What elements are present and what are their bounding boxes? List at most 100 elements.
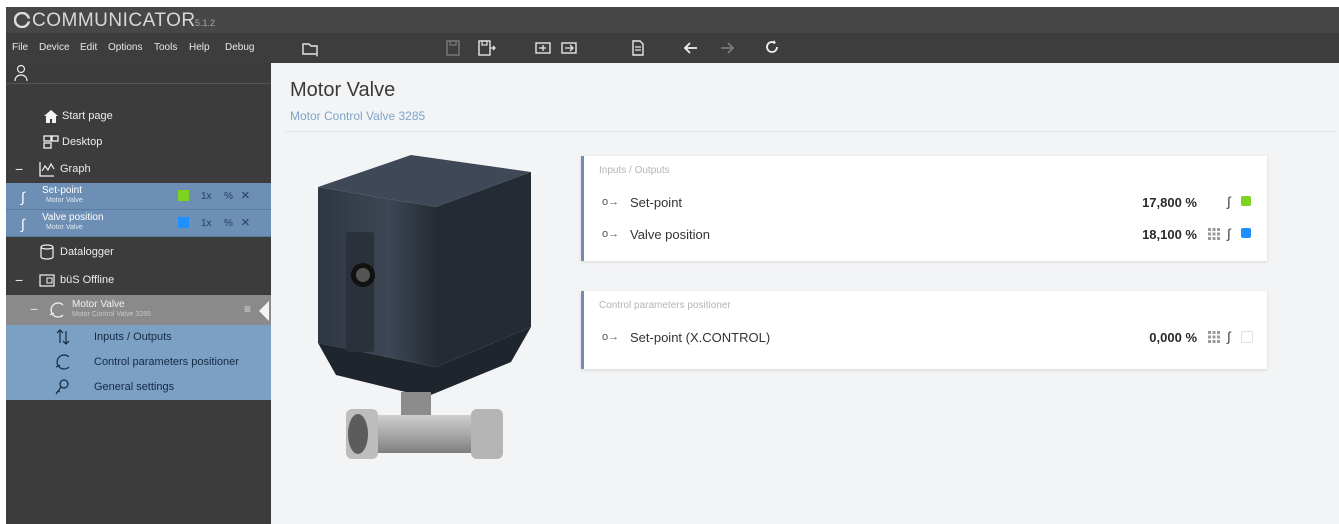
back-icon[interactable] xyxy=(681,38,701,58)
menu-edit[interactable]: Edit xyxy=(80,42,97,53)
add-to-graph-icon[interactable]: ∫ xyxy=(1227,194,1231,209)
control-parameters-card: Control parameters positioner o→ Set-poi… xyxy=(581,291,1267,369)
row-value: 18,100 % xyxy=(1142,227,1197,242)
output-arrow-icon: o→ xyxy=(602,331,620,343)
forward-icon[interactable] xyxy=(717,38,737,58)
sidebar-item-label: General settings xyxy=(94,381,175,393)
device-menu-icon[interactable]: ≡ xyxy=(244,302,251,316)
io-row-valve-position[interactable]: o→ Valve position 18,100 % ∫ xyxy=(584,222,1267,248)
graph-series-set-point[interactable]: ∫ Set-point Motor Valve 1x % × xyxy=(6,183,271,210)
header-divider xyxy=(285,131,1335,132)
row-value: 0,000 % xyxy=(1149,330,1197,345)
selection-pointer xyxy=(259,301,269,321)
sidebar-item-inputs-outputs[interactable]: Inputs / Outputs xyxy=(6,325,271,350)
inputs-outputs-card: Inputs / Outputs o→ Set-point 17,800 % ∫… xyxy=(581,156,1267,261)
sidebar-item-label: Datalogger xyxy=(60,246,114,258)
sidebar-item-label: Desktop xyxy=(62,136,103,148)
row-label: Valve position xyxy=(630,227,710,242)
card-title: Control parameters positioner xyxy=(599,300,731,311)
remove-series-icon[interactable]: × xyxy=(241,187,250,204)
curve-icon: ∫ xyxy=(21,189,25,205)
datalogger-icon xyxy=(38,243,56,261)
open-device-icon[interactable] xyxy=(300,38,320,58)
app-window: COMMUNICATOR 5.1.2 File Device Edit Opti… xyxy=(6,7,1339,524)
inputs-outputs-icon xyxy=(54,328,72,346)
sidebar-item-label: Control parameters positioner xyxy=(94,356,239,368)
sidebar-item-start-page[interactable]: Start page xyxy=(6,103,271,129)
motor-valve-product-image xyxy=(306,147,546,497)
series-unit[interactable]: % xyxy=(224,218,233,229)
sidebar-item-label: Inputs / Outputs xyxy=(94,331,172,343)
sidebar-item-datalogger[interactable]: Datalogger xyxy=(6,239,271,265)
save-as-icon[interactable] xyxy=(476,38,496,58)
collapse-icon[interactable]: − xyxy=(15,272,23,288)
report-icon[interactable] xyxy=(628,38,648,58)
sidebar-item-label: Graph xyxy=(60,163,91,175)
sidebar-item-graph[interactable]: − Graph xyxy=(6,156,271,182)
io-row-set-point[interactable]: o→ Set-point 17,800 % ∫ xyxy=(584,190,1267,216)
sidebar-item-label: Start page xyxy=(62,110,113,122)
collapse-icon[interactable]: − xyxy=(30,301,38,317)
sidebar-item-label: büS Offline xyxy=(60,274,115,286)
sidebar-item-general-settings[interactable]: General settings xyxy=(6,375,271,400)
card-title: Inputs / Outputs xyxy=(599,165,670,176)
home-icon xyxy=(42,107,60,125)
app-version: 5.1.2 xyxy=(195,18,216,28)
series-unit[interactable]: % xyxy=(224,191,233,202)
page-subtitle: Motor Control Valve 3285 xyxy=(290,109,426,123)
sidebar-item-motor-valve[interactable]: − Motor Valve Motor Control Valve 3285 ≡ xyxy=(6,295,271,325)
series-color-swatch[interactable] xyxy=(178,190,189,201)
add-to-graph-icon[interactable]: ∫ xyxy=(1227,329,1231,344)
sidebar-item-control-parameters[interactable]: Control parameters positioner xyxy=(6,350,271,375)
desktop-icon xyxy=(42,133,60,151)
menu-debug[interactable]: Debug xyxy=(225,42,254,53)
device-label: Motor Valve xyxy=(72,299,125,310)
series-multiplier[interactable]: 1x xyxy=(201,191,212,202)
page-title: Motor Valve xyxy=(290,79,396,101)
series-multiplier[interactable]: 1x xyxy=(201,218,212,229)
sidebar-item-bus-offline[interactable]: − büS Offline xyxy=(6,267,271,293)
graph-color-swatch[interactable] xyxy=(1241,331,1253,343)
collapse-icon[interactable]: − xyxy=(15,161,23,177)
series-device: Motor Valve xyxy=(46,197,83,204)
title-bar: COMMUNICATOR 5.1.2 xyxy=(6,7,1339,33)
device-sublabel: Motor Control Valve 3285 xyxy=(72,311,151,318)
menu-file[interactable]: File xyxy=(12,42,28,53)
menu-device[interactable]: Device xyxy=(39,42,70,53)
graph-color-swatch[interactable] xyxy=(1241,196,1251,206)
add-to-graph-icon[interactable]: ∫ xyxy=(1227,226,1231,241)
series-label: Valve position xyxy=(42,212,104,223)
sidebar-item-desktop[interactable]: Desktop xyxy=(6,129,271,155)
io-row-set-point-x-control[interactable]: o→ Set-point (X.CONTROL) 0,000 % ∫ xyxy=(584,325,1267,351)
output-arrow-icon: o→ xyxy=(602,196,620,208)
remove-series-icon[interactable]: × xyxy=(241,214,250,231)
output-arrow-icon: o→ xyxy=(602,228,620,240)
communicator-logo-icon xyxy=(13,11,31,29)
main-content: Motor Valve Motor Control Valve 3285 Inp… xyxy=(271,63,1339,524)
user-row xyxy=(6,63,271,84)
menu-help[interactable]: Help xyxy=(189,42,210,53)
datalogger-grid-icon[interactable] xyxy=(1207,227,1221,241)
menu-bar: File Device Edit Options Tools Help Debu… xyxy=(6,33,1339,63)
curve-icon: ∫ xyxy=(21,216,25,232)
graph-icon xyxy=(38,160,56,178)
row-label: Set-point xyxy=(630,195,683,210)
valve-device-icon xyxy=(48,301,66,319)
datalogger-grid-icon[interactable] xyxy=(1207,330,1221,344)
save-icon[interactable] xyxy=(443,38,463,58)
control-parameters-icon xyxy=(54,353,72,371)
folder-icon xyxy=(38,271,56,289)
menu-tools[interactable]: Tools xyxy=(154,42,177,53)
row-value: 17,800 % xyxy=(1142,195,1197,210)
refresh-icon[interactable] xyxy=(762,38,782,58)
import-icon[interactable] xyxy=(533,38,553,58)
menu-options[interactable]: Options xyxy=(108,42,142,53)
sidebar: Start page Desktop − Graph ∫ Set-point M… xyxy=(6,63,271,524)
general-settings-icon xyxy=(54,378,72,396)
graph-series-valve-position[interactable]: ∫ Valve position Motor Valve 1x % × xyxy=(6,210,271,237)
export-icon[interactable] xyxy=(559,38,579,58)
graph-color-swatch[interactable] xyxy=(1241,228,1251,238)
series-color-swatch[interactable] xyxy=(178,217,189,228)
user-icon[interactable] xyxy=(13,64,29,82)
series-label: Set-point xyxy=(42,185,83,196)
